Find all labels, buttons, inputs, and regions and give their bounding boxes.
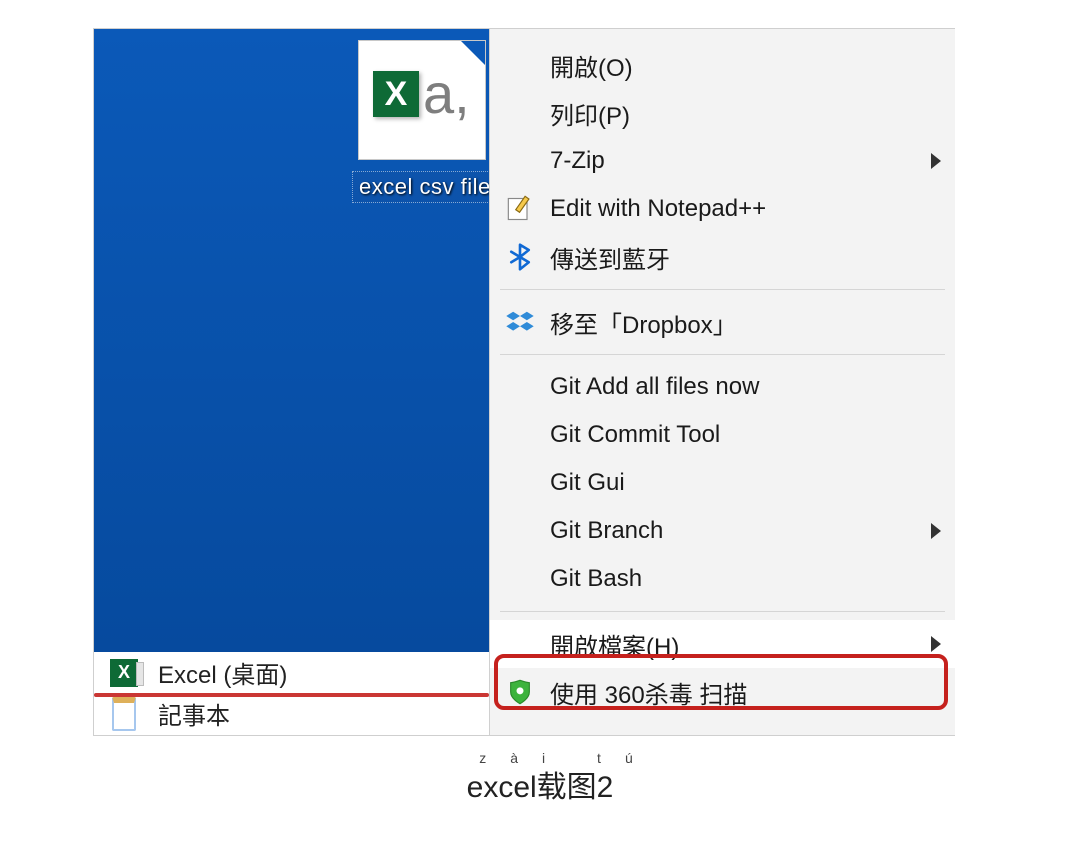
highlight-underline-excel bbox=[94, 693, 489, 697]
desktop-file-selected[interactable]: X a, excel csv file bbox=[352, 40, 492, 203]
ctx-open-label: 開啟(O) bbox=[550, 48, 633, 83]
ctx-git-branch-label: Git Branch bbox=[550, 517, 663, 545]
submenu-arrow-icon bbox=[931, 153, 941, 169]
program-notepad-label: 記事本 bbox=[158, 696, 230, 731]
csv-a-comma-icon: a, bbox=[423, 72, 470, 117]
ctx-separator bbox=[500, 354, 945, 355]
ctx-7zip-label: 7-Zip bbox=[550, 147, 605, 175]
desktop-background: X a, excel csv file bbox=[94, 29, 489, 652]
ctx-git-bash-label: Git Bash bbox=[550, 565, 642, 593]
ctx-git-gui[interactable]: Git Gui bbox=[490, 459, 955, 507]
open-with-program-list: X Excel (桌面) 記事本 bbox=[94, 652, 489, 735]
ctx-open[interactable]: 開啟(O) bbox=[490, 41, 955, 89]
ctx-separator bbox=[500, 611, 945, 612]
notepadpp-icon bbox=[504, 193, 536, 225]
ctx-open-with-label: 開啟檔案(H) bbox=[550, 627, 679, 662]
excel-x-icon: X bbox=[373, 71, 419, 117]
ctx-edit-npp-label: Edit with Notepad++ bbox=[550, 195, 766, 223]
submenu-arrow-icon bbox=[931, 636, 941, 652]
program-excel-label: Excel (桌面) bbox=[158, 655, 287, 690]
ctx-scan-360-label: 使用 360杀毒 扫描 bbox=[550, 675, 747, 710]
figure-caption: zài tú excel载图2 bbox=[0, 750, 1080, 806]
program-notepad[interactable]: 記事本 bbox=[94, 693, 489, 734]
ctx-git-add-label: Git Add all files now bbox=[550, 373, 759, 401]
ctx-scan-360[interactable]: 使用 360杀毒 扫描 bbox=[490, 668, 955, 716]
ctx-separator bbox=[500, 289, 945, 290]
caption-pinyin: zài tú bbox=[0, 750, 1080, 766]
ctx-git-add[interactable]: Git Add all files now bbox=[490, 363, 955, 411]
ctx-git-bash[interactable]: Git Bash bbox=[490, 555, 955, 603]
ctx-git-gui-label: Git Gui bbox=[550, 469, 625, 497]
ctx-move-dropbox[interactable]: 移至「Dropbox」 bbox=[490, 298, 955, 346]
excel-icon: X bbox=[106, 659, 142, 687]
screenshot-frame: X a, excel csv file X Excel (桌面) 記事本 開啟(… bbox=[94, 29, 954, 735]
ctx-edit-notepadpp[interactable]: Edit with Notepad++ bbox=[490, 185, 955, 233]
ctx-7zip[interactable]: 7-Zip bbox=[490, 137, 955, 185]
program-excel[interactable]: X Excel (桌面) bbox=[94, 652, 489, 693]
submenu-arrow-icon bbox=[931, 523, 941, 539]
ctx-move-dropbox-label: 移至「Dropbox」 bbox=[550, 305, 737, 340]
bluetooth-icon bbox=[504, 241, 536, 273]
ctx-print[interactable]: 列印(P) bbox=[490, 89, 955, 137]
ctx-git-commit-label: Git Commit Tool bbox=[550, 421, 720, 449]
dropbox-icon bbox=[504, 306, 536, 338]
ctx-open-with[interactable]: 開啟檔案(H) bbox=[490, 620, 955, 668]
caption-text: excel载图2 bbox=[467, 771, 614, 804]
shield-360-icon bbox=[504, 676, 536, 708]
ctx-print-label: 列印(P) bbox=[550, 96, 630, 131]
ctx-send-bluetooth[interactable]: 傳送到藍牙 bbox=[490, 233, 955, 281]
context-menu: 開啟(O) 列印(P) 7-Zip Edit with Notepad++ 傳送… bbox=[489, 29, 955, 735]
ctx-git-commit[interactable]: Git Commit Tool bbox=[490, 411, 955, 459]
ctx-git-branch[interactable]: Git Branch bbox=[490, 507, 955, 555]
ctx-send-bt-label: 傳送到藍牙 bbox=[550, 240, 670, 275]
desktop-file-label: excel csv file bbox=[352, 171, 492, 203]
notepad-icon bbox=[106, 697, 142, 731]
csv-file-icon: X a, bbox=[358, 40, 486, 160]
